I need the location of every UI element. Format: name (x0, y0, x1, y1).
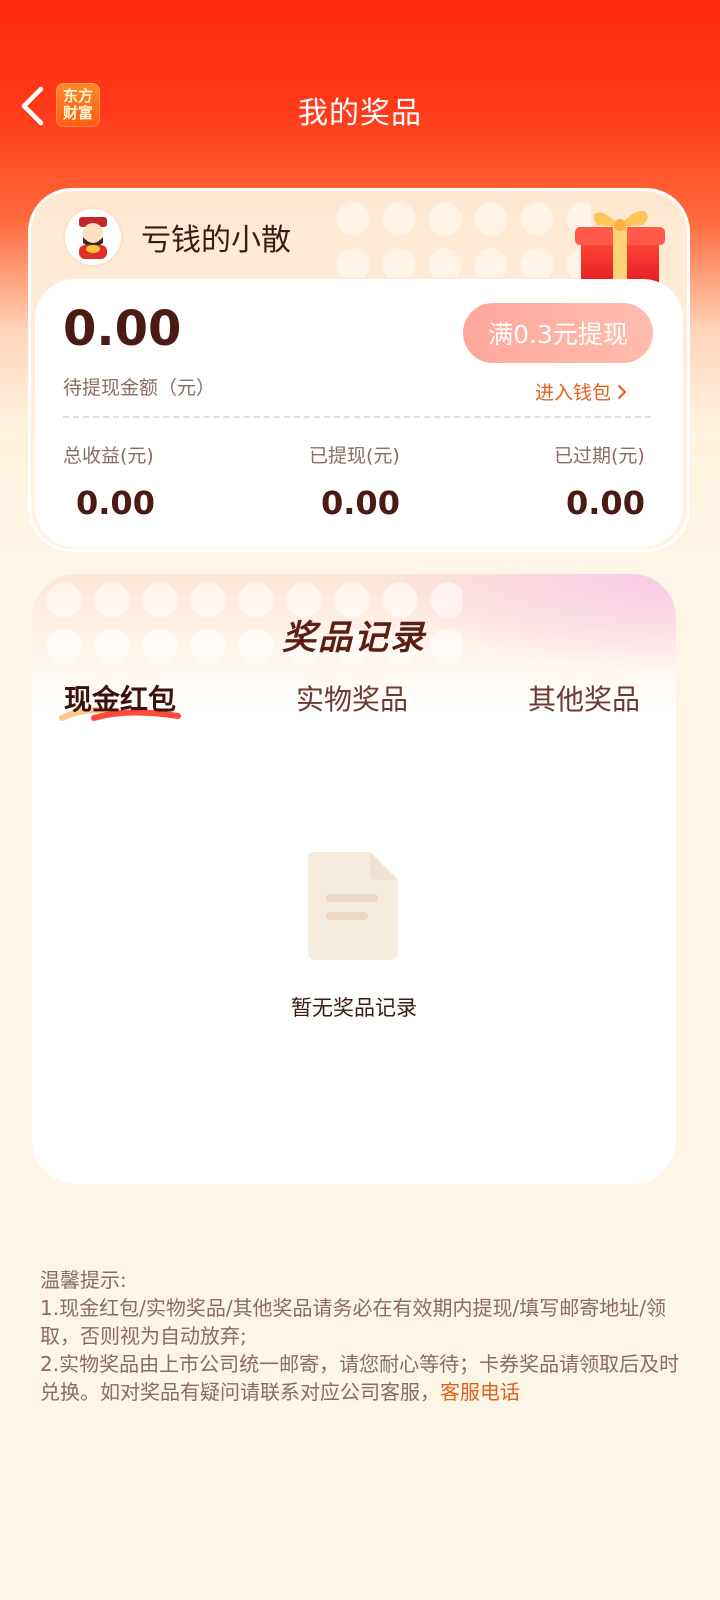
wallet-summary: 0.00 待提现金额（元） 满0.3元提现 进入钱包 总收益(元) 0.00 已… (35, 279, 683, 547)
tab-physical-prizes[interactable]: 实物奖品 (296, 678, 408, 718)
top-bar: 东方 财富 我的奖品 (0, 70, 720, 146)
tab-cash-red-packet[interactable]: 现金红包 (59, 678, 181, 721)
stat-expired: 已过期(元) 0.00 (554, 441, 687, 522)
username: 亏钱的小散 (141, 223, 291, 258)
stat-label: 已过期(元) (554, 445, 645, 467)
pending-balance-label: 待提现金额（元） (63, 377, 216, 399)
prize-records-card: 奖品记录 现金红包 实物奖品 其他奖品 暂无奖品记录 (32, 574, 676, 1184)
tab-label: 其他奖品 (528, 683, 641, 716)
document-icon (308, 852, 398, 960)
enter-wallet-link[interactable]: 进入钱包 (535, 378, 629, 405)
stat-withdrawn: 已提现(元) 0.00 (309, 441, 509, 522)
tab-other-prizes[interactable]: 其他奖品 (528, 678, 640, 718)
stat-value: 0.00 (76, 484, 155, 522)
tips-section: 温馨提示: 1.现金红包/实物奖品/其他奖品请务必在有效期内提现/填写邮寄地址/… (40, 1266, 680, 1406)
chevron-right-icon (618, 384, 626, 399)
stat-value: 0.00 (566, 484, 645, 522)
tab-label: 实物奖品 (296, 683, 409, 716)
tips-line-1: 1.现金红包/实物奖品/其他奖品请务必在有效期内提现/填写邮寄地址/领取，否则视… (40, 1296, 667, 1348)
records-title: 奖品记录 (282, 618, 426, 658)
page-title: 我的奖品 (298, 96, 422, 131)
records-tabs: 现金红包 实物奖品 其他奖品 (32, 674, 676, 734)
tips-line-2: 2.实物奖品由上市公司统一邮寄，请您耐心等待；卡券奖品请领取后及时兑换。如对奖品… (40, 1352, 680, 1404)
withdraw-button[interactable]: 满0.3元提现 (463, 303, 653, 363)
tips-line-2-wrapper: 2.实物奖品由上市公司统一邮寄，请您耐心等待；卡券奖品请领取后及时兑换。如对奖品… (40, 1350, 680, 1406)
avatar (65, 209, 121, 265)
stat-label: 总收益(元) (63, 445, 154, 467)
dashed-divider (63, 416, 651, 418)
tab-label: 现金红包 (64, 683, 177, 716)
fortune-god-avatar-icon (79, 217, 107, 259)
empty-state-text: 暂无奖品记录 (291, 996, 417, 1020)
tips-heading: 温馨提示: (40, 1268, 127, 1292)
customer-service-link[interactable]: 客服电话 (440, 1380, 520, 1404)
stat-label: 已提现(元) (309, 445, 400, 467)
decorative-pattern (331, 197, 591, 277)
user-row: 亏钱的小散 (65, 207, 291, 267)
wallet-card: 亏钱的小散 0.00 待提现金额（元） 满0.3元提现 进入钱包 总收益(元) … (28, 188, 690, 552)
stat-total-income: 总收益(元) 0.00 (63, 441, 263, 522)
enter-wallet-label: 进入钱包 (534, 382, 611, 404)
stat-value: 0.00 (321, 484, 400, 522)
pending-balance: 0.00 (63, 301, 182, 357)
